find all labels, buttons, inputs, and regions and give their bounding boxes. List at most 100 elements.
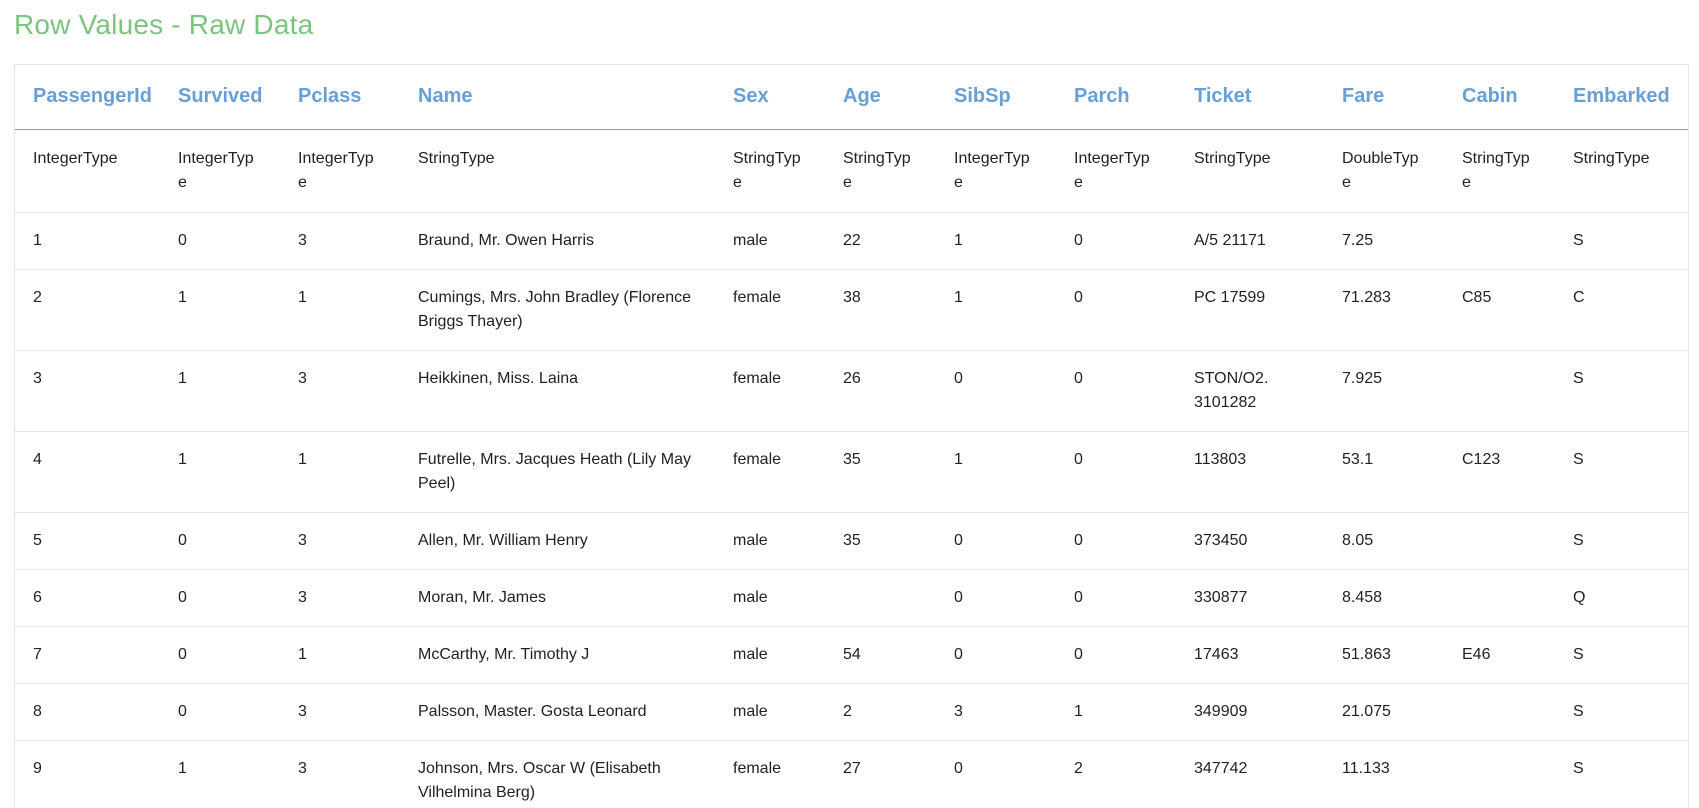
cell-sibsp: 0	[936, 512, 1056, 570]
cell-age	[825, 569, 936, 627]
cell-fare: 71.283	[1324, 269, 1444, 351]
cell-pclass: 3	[280, 512, 400, 570]
raw-data-table-container[interactable]: PassengerId Survived Pclass Name Sex Age SibSp…	[14, 64, 1689, 808]
cell-parch: 0	[1056, 569, 1176, 627]
table-row: 4 1 1 Futrelle, Mrs. Jacques Heath (Lily Ma…	[15, 431, 1688, 513]
column-header-cabin[interactable]: Cabin	[1444, 65, 1555, 130]
cell-cabin: C85	[1444, 269, 1555, 351]
cell-passengerid: 2	[15, 269, 160, 351]
column-header-survived[interactable]: Survived	[160, 65, 280, 130]
column-header-parch[interactable]: Parch	[1056, 65, 1176, 130]
cell-age: 22	[825, 212, 936, 270]
cell-parch: 1	[1056, 683, 1176, 741]
cell-sex: male	[715, 512, 825, 570]
column-header-name[interactable]: Name	[400, 65, 715, 130]
cell-passengerid: 6	[15, 569, 160, 627]
page: Row Values - Raw Data PassengerId Survive…	[0, 0, 1699, 808]
column-header-ticket[interactable]: Ticket	[1176, 65, 1324, 130]
column-header-embarked[interactable]: Embarked	[1555, 65, 1688, 130]
table-row: 7 0 1 McCarthy, Mr. Timothy Jmale 54 0 0 17463 5…	[15, 626, 1688, 684]
table-row: 6 0 3 Moran, Mr. James male 0 0 330877 8.458 Q	[15, 569, 1688, 627]
cell-parch: 0	[1056, 431, 1176, 513]
cell-embarked: S	[1555, 350, 1688, 432]
cell-sibsp: 0	[936, 350, 1056, 432]
type-cell-ticket: StringType	[1176, 129, 1324, 213]
column-header-sibsp[interactable]: SibSp	[936, 65, 1056, 130]
column-header-fare[interactable]: Fare	[1324, 65, 1444, 130]
cell-passengerid: 8	[15, 683, 160, 741]
header-row: PassengerId Survived Pclass Name Sex Age SibSp…	[15, 65, 1688, 130]
cell-pclass: 3	[280, 212, 400, 270]
cell-ticket: 113803	[1176, 431, 1324, 513]
cell-sibsp: 1	[936, 269, 1056, 351]
cell-age: 35	[825, 512, 936, 570]
column-header-passengerid[interactable]: PassengerId	[15, 65, 160, 130]
cell-age: 26	[825, 350, 936, 432]
cell-age: 38	[825, 269, 936, 351]
cell-embarked: S	[1555, 212, 1688, 270]
cell-survived: 0	[160, 512, 280, 570]
cell-sibsp: 1	[936, 431, 1056, 513]
table-row: 2 1 1 Cumings, Mrs. John Bradley (Florence …	[15, 269, 1688, 351]
cell-sex: male	[715, 212, 825, 270]
cell-age: 35	[825, 431, 936, 513]
table-row: 3 1 3 Heikkinen, Miss. Laina female 26 0 0 STON/…	[15, 350, 1688, 432]
cell-age: 27	[825, 740, 936, 808]
cell-sex: female	[715, 431, 825, 513]
type-cell-age: StringType	[825, 129, 936, 213]
cell-age: 2	[825, 683, 936, 741]
cell-embarked: S	[1555, 626, 1688, 684]
cell-embarked: S	[1555, 431, 1688, 513]
table-row: 8 0 3 Palsson, Master. Gosta Leonard male 2 3 1…	[15, 683, 1688, 741]
cell-passengerid: 5	[15, 512, 160, 570]
table-row: 1 0 3 Braund, Mr. Owen Harris male 22 1 0 A/5 21…	[15, 212, 1688, 270]
type-cell-embarked: StringType	[1555, 129, 1688, 213]
table-row: 9 1 3 Johnson, Mrs. Oscar W (Elisabeth Vilh…	[15, 740, 1688, 808]
cell-name: Moran, Mr. James	[400, 569, 715, 627]
cell-pclass: 1	[280, 269, 400, 351]
column-header-age[interactable]: Age	[825, 65, 936, 130]
cell-cabin	[1444, 569, 1555, 627]
cell-pclass: 1	[280, 626, 400, 684]
cell-survived: 0	[160, 683, 280, 741]
cell-survived: 1	[160, 269, 280, 351]
cell-embarked: S	[1555, 683, 1688, 741]
cell-survived: 1	[160, 431, 280, 513]
cell-fare: 53.1	[1324, 431, 1444, 513]
cell-cabin	[1444, 512, 1555, 570]
cell-name: Cumings, Mrs. John Bradley (Florence Bri…	[400, 269, 715, 351]
cell-sibsp: 0	[936, 569, 1056, 627]
cell-parch: 0	[1056, 626, 1176, 684]
cell-fare: 7.925	[1324, 350, 1444, 432]
type-cell-sibsp: IntegerType	[936, 129, 1056, 213]
cell-parch: 0	[1056, 269, 1176, 351]
column-header-pclass[interactable]: Pclass	[280, 65, 400, 130]
cell-pclass: 3	[280, 740, 400, 808]
type-row: IntegerType IntegerType IntegerType StringT…	[15, 129, 1688, 213]
raw-data-table: PassengerId Survived Pclass Name Sex Age SibSp…	[15, 65, 1688, 808]
cell-pclass: 3	[280, 350, 400, 432]
cell-fare: 51.863	[1324, 626, 1444, 684]
page-title: Row Values - Raw Data	[14, 9, 314, 40]
cell-sibsp: 3	[936, 683, 1056, 741]
cell-embarked: C	[1555, 269, 1688, 351]
cell-sex: female	[715, 269, 825, 351]
cell-name: Johnson, Mrs. Oscar W (Elisabeth Vilhelm…	[400, 740, 715, 808]
cell-ticket: STON/O2. 3101282	[1176, 350, 1324, 432]
cell-fare: 11.133	[1324, 740, 1444, 808]
column-header-sex[interactable]: Sex	[715, 65, 825, 130]
cell-parch: 0	[1056, 512, 1176, 570]
cell-name: Futrelle, Mrs. Jacques Heath (Lily May P…	[400, 431, 715, 513]
cell-name: Braund, Mr. Owen Harris	[400, 212, 715, 270]
cell-ticket: 349909	[1176, 683, 1324, 741]
cell-cabin: C123	[1444, 431, 1555, 513]
cell-ticket: 373450	[1176, 512, 1324, 570]
cell-cabin: E46	[1444, 626, 1555, 684]
cell-ticket: A/5 21171	[1176, 212, 1324, 270]
cell-embarked: Q	[1555, 569, 1688, 627]
cell-sex: male	[715, 569, 825, 627]
cell-cabin	[1444, 212, 1555, 270]
cell-parch: 2	[1056, 740, 1176, 808]
cell-age: 54	[825, 626, 936, 684]
type-cell-survived: IntegerType	[160, 129, 280, 213]
